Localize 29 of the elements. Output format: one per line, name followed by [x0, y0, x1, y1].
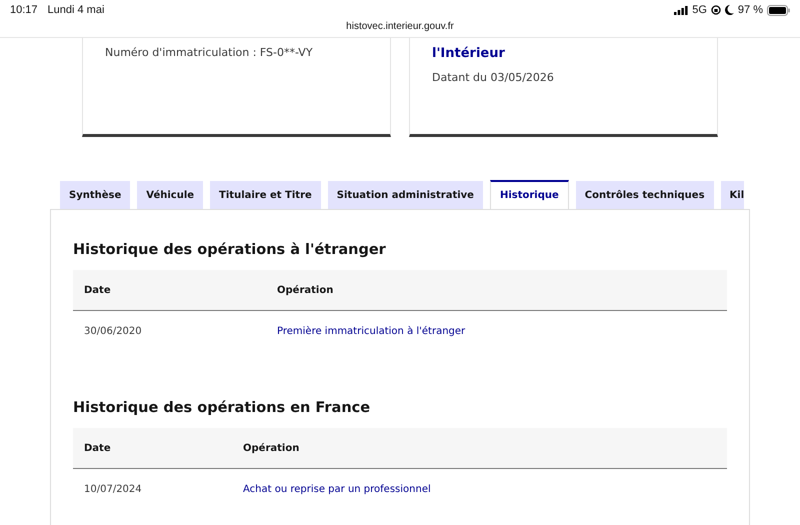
tab[interactable]: Contrôles techniques [576, 181, 714, 209]
tab[interactable]: Historique [490, 180, 569, 209]
rotation-lock-icon [710, 5, 721, 15]
tab[interactable]: Situation administrative [328, 181, 483, 209]
tab[interactable]: Véhicule [137, 181, 204, 209]
column-header: Opération [242, 442, 300, 454]
column-header: Date [83, 284, 112, 296]
operation-link[interactable]: Première immatriculation à l'étranger [266, 326, 466, 337]
url-bar[interactable]: histovec.interieur.gouv.fr [0, 20, 800, 38]
tab[interactable]: Titulaire et Titre [210, 181, 321, 209]
column-header: Opération [276, 284, 334, 296]
date-cell-text: 10/07/2024 [83, 484, 143, 495]
column-header: Date [83, 442, 112, 454]
operation-link[interactable]: Achat ou reprise par un professionnel [232, 484, 431, 495]
signal-icon [674, 6, 688, 14]
time: 10:17 [10, 4, 38, 16]
date-cell-text: 30/06/2020 [83, 326, 143, 337]
card-text: Numéro d'immatriculation : FS-0**-VY [105, 46, 314, 59]
battery-label: 97 % [738, 4, 763, 16]
section-heading: Historique des opérations en France [73, 400, 372, 416]
section-heading: Historique des opérations à l'étranger [73, 242, 387, 258]
moon-icon [724, 5, 734, 15]
date: Lundi 4 mai [48, 4, 104, 16]
battery-icon [767, 4, 790, 16]
tab[interactable]: Kil [720, 181, 744, 209]
network-label: 5G [692, 4, 707, 16]
tab[interactable]: Synthèse [60, 181, 130, 209]
card-text: Datant du 03/05/2026 [432, 71, 555, 84]
card-title: l'Intérieur [432, 46, 506, 61]
